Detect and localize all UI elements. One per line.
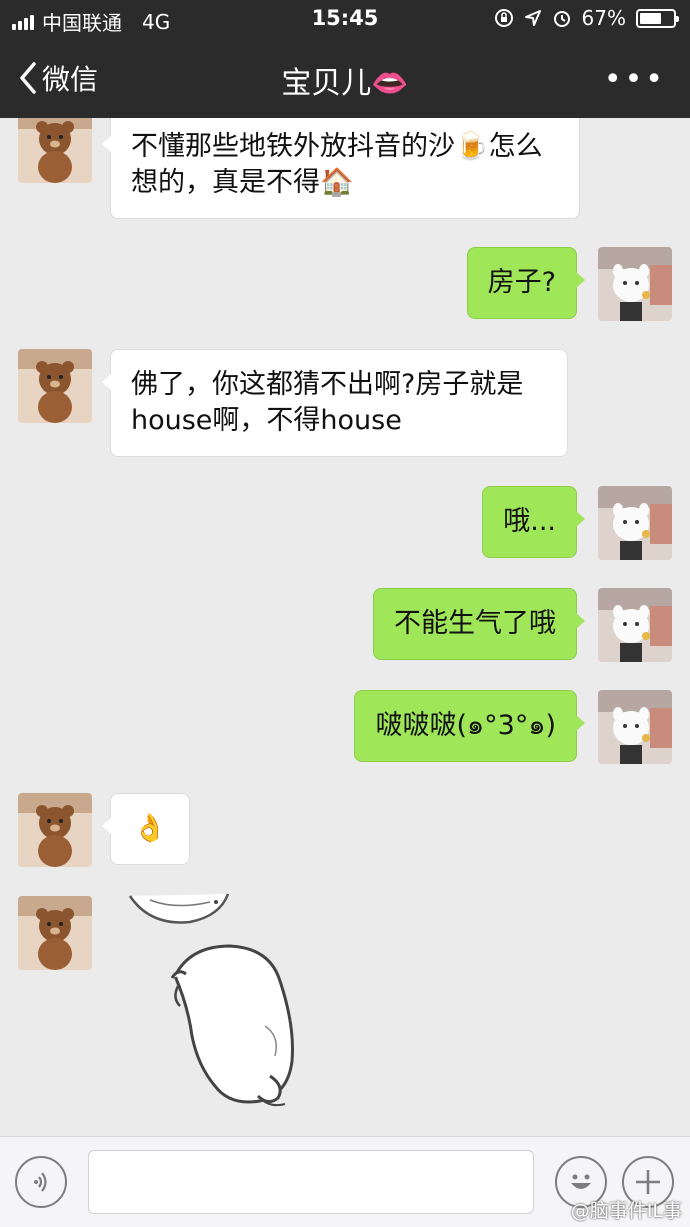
battery-fill <box>640 12 661 24</box>
plus-icon <box>636 1170 660 1194</box>
message-text: 啵啵啵(๑°3°๑) <box>375 710 556 741</box>
my-avatar[interactable] <box>598 690 672 764</box>
ok-hand-emoji: 👌 <box>133 813 167 844</box>
message-input[interactable] <box>88 1150 534 1214</box>
voice-icon <box>34 1172 47 1192</box>
message-text: 不懂那些地铁外放抖音的沙🍺怎么想的，真是不得🏠 <box>131 131 543 198</box>
white-dog-sticker[interactable] <box>120 886 320 1111</box>
more-button[interactable]: ••• <box>604 62 666 97</box>
watermark: @脑事件IL事 <box>570 1200 682 1222</box>
battery-percent: 67% <box>581 6 626 30</box>
status-bar: 中国联通 4G 15:45 67% <box>0 0 690 38</box>
my-avatar[interactable] <box>598 247 672 321</box>
status-right: 67% <box>494 6 679 30</box>
message-text: 不能生气了哦 <box>394 608 556 639</box>
message-bubble-outgoing[interactable]: 啵啵啵(๑°3°๑) <box>354 690 585 762</box>
chat-area[interactable]: 不懂那些地铁外放抖音的沙🍺怎么想的，真是不得🏠 房子? 佛了，你这都猜不出啊?房… <box>0 118 690 1136</box>
chat-title: 宝贝儿👄 <box>281 66 409 101</box>
message-bubble-incoming[interactable]: 佛了，你这都猜不出啊?房子就是house啊，不得house <box>102 349 568 457</box>
contact-avatar[interactable] <box>18 349 92 423</box>
message-bubble-outgoing[interactable]: 哦... <box>482 486 585 558</box>
message-bubble-outgoing[interactable]: 房子? <box>466 247 586 319</box>
message-bubble-outgoing[interactable]: 不能生气了哦 <box>373 588 585 660</box>
message-bubble-incoming[interactable]: 不懂那些地铁外放抖音的沙🍺怎么想的，真是不得🏠 <box>102 118 580 219</box>
battery-icon <box>636 8 679 28</box>
rotation-lock-icon <box>494 9 513 27</box>
my-avatar[interactable] <box>598 588 672 662</box>
my-avatar[interactable] <box>598 486 672 560</box>
emoji-icon <box>571 1174 591 1189</box>
location-arrow-icon <box>524 10 541 26</box>
message-bubble-incoming[interactable]: 👌 <box>102 793 190 865</box>
message-text: 佛了，你这都猜不出啊?房子就是house啊，不得house <box>131 369 524 436</box>
message-text: 房子? <box>487 267 556 298</box>
alarm-icon <box>553 11 570 27</box>
nav-bar: 微信 宝贝儿👄 ••• <box>0 38 690 118</box>
contact-avatar[interactable] <box>18 118 92 183</box>
message-text: 哦... <box>503 506 556 537</box>
contact-avatar[interactable] <box>18 896 92 970</box>
voice-button[interactable] <box>15 1156 67 1208</box>
contact-avatar[interactable] <box>18 793 92 867</box>
